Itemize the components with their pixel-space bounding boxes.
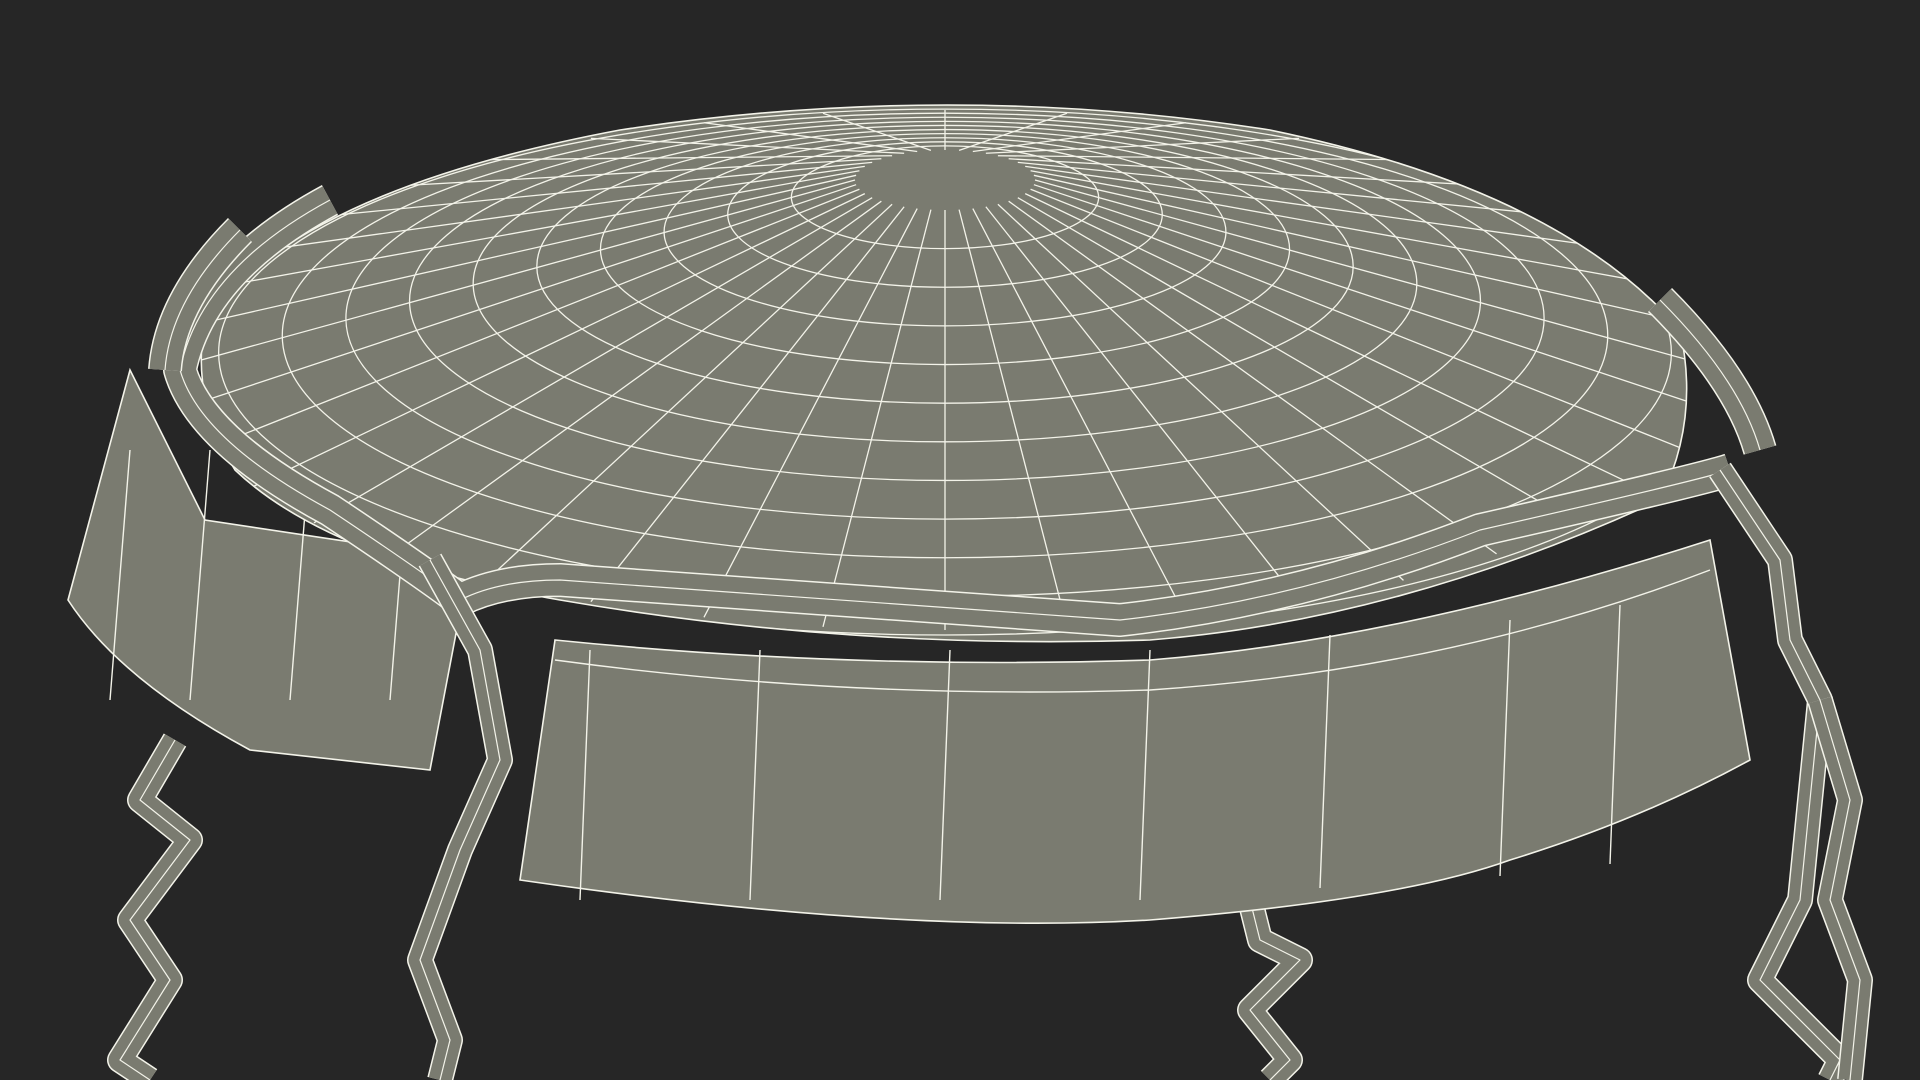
wire-strand-back-right-fill (1238, 897, 1312, 1080)
wire-strand-right-twin-fill (1808, 696, 1872, 1080)
render-viewport (0, 0, 1920, 1080)
wireframe-render (67, 104, 1873, 1080)
